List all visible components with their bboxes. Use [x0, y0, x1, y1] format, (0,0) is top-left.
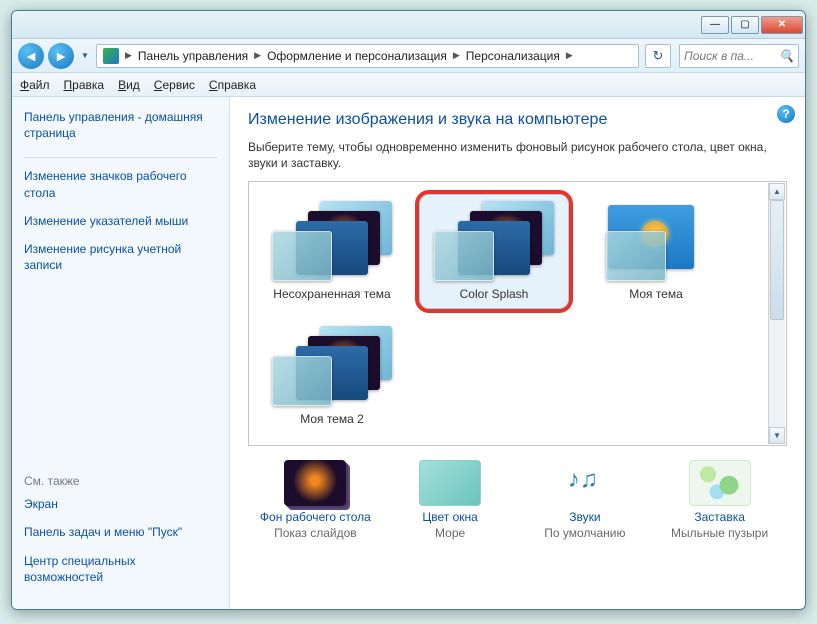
- search-input[interactable]: Поиск в па... 🔍: [679, 44, 799, 68]
- sidebar: Панель управления - домашняя страница Из…: [12, 97, 230, 609]
- theme-thumbnail: [434, 201, 554, 281]
- maximize-button[interactable]: ▢: [731, 16, 759, 34]
- menu-help[interactable]: Справка: [209, 78, 256, 92]
- scrollbar[interactable]: ▲ ▼: [768, 183, 785, 444]
- setting-background[interactable]: Фон рабочего стола Показ слайдов: [250, 460, 380, 540]
- screensaver-link: Заставка: [655, 510, 785, 524]
- sounds-link: Звуки: [520, 510, 650, 524]
- screensaver-icon: [689, 460, 751, 506]
- window-color-link: Цвет окна: [385, 510, 515, 524]
- search-icon: 🔍: [779, 49, 794, 63]
- body-split: Панель управления - домашняя страница Из…: [12, 97, 805, 609]
- breadcrumb-cp[interactable]: Панель управления: [134, 49, 252, 63]
- screensaver-value: Мыльные пузыри: [671, 526, 768, 540]
- background-value: Показ слайдов: [274, 526, 357, 540]
- refresh-button[interactable]: ↻: [645, 44, 671, 68]
- scroll-up-button[interactable]: ▲: [769, 183, 785, 200]
- theme-thumbnail: [272, 326, 392, 406]
- forward-button[interactable]: ►: [48, 43, 74, 69]
- search-placeholder: Поиск в па...: [684, 49, 754, 63]
- menu-file[interactable]: Файл: [20, 78, 50, 92]
- see-also-taskbar[interactable]: Панель задач и меню "Пуск": [24, 524, 217, 540]
- control-panel-icon: [103, 48, 119, 64]
- sounds-value: По умолчанию: [544, 526, 625, 540]
- see-also-heading: См. также: [24, 474, 217, 488]
- menu-edit[interactable]: Правка: [64, 78, 105, 92]
- menu-tools[interactable]: Сервис: [154, 78, 195, 92]
- setting-window-color[interactable]: Цвет окна Море: [385, 460, 515, 540]
- nav-toolbar: ◄ ► ▼ ▶ Панель управления ▶ Оформление и…: [12, 39, 805, 73]
- cp-home-link[interactable]: Панель управления - домашняя страница: [24, 109, 217, 141]
- themes-grid: Несохраненная тема Color Splash Моя тема: [257, 194, 778, 434]
- themes-panel: Несохраненная тема Color Splash Моя тема: [248, 181, 787, 446]
- chevron-right-icon: ▶: [451, 50, 462, 61]
- menu-view[interactable]: Вид: [118, 78, 140, 92]
- task-desktop-icons[interactable]: Изменение значков рабочего стола: [24, 168, 217, 200]
- see-also-display[interactable]: Экран: [24, 496, 217, 512]
- task-account-picture[interactable]: Изменение рисунка учетной записи: [24, 241, 217, 273]
- theme-label: Color Splash: [460, 287, 529, 301]
- chevron-right-icon: ▶: [564, 50, 575, 61]
- theme-unsaved[interactable]: Несохраненная тема: [257, 194, 407, 309]
- window-color-value: Море: [435, 526, 465, 540]
- theme-label: Моя тема: [629, 287, 683, 301]
- see-also-ease[interactable]: Центр специальных возможностей: [24, 553, 217, 585]
- chevron-right-icon: ▶: [252, 50, 263, 61]
- page-title: Изменение изображения и звука на компьют…: [248, 111, 787, 129]
- theme-color-splash[interactable]: Color Splash: [419, 194, 569, 309]
- chevron-right-icon: ▶: [123, 50, 134, 61]
- theme-label: Моя тема 2: [300, 412, 364, 426]
- scroll-down-button[interactable]: ▼: [769, 427, 785, 444]
- settings-row: Фон рабочего стола Показ слайдов Цвет ок…: [248, 460, 787, 540]
- breadcrumb-personalization[interactable]: Персонализация: [462, 49, 564, 63]
- theme-label: Несохраненная тема: [273, 287, 390, 301]
- divider: [24, 157, 217, 158]
- task-mouse-pointers[interactable]: Изменение указателей мыши: [24, 213, 217, 229]
- setting-screensaver[interactable]: Заставка Мыльные пузыри: [655, 460, 785, 540]
- background-icon: [284, 460, 346, 506]
- scroll-thumb[interactable]: [770, 200, 784, 320]
- theme-my-theme[interactable]: Моя тема: [581, 194, 731, 309]
- theme-thumbnail: [596, 201, 716, 281]
- setting-sounds[interactable]: Звуки По умолчанию: [520, 460, 650, 540]
- main-content: ? Изменение изображения и звука на компь…: [230, 97, 805, 609]
- history-dropdown[interactable]: ▼: [78, 43, 92, 69]
- minimize-button[interactable]: —: [701, 16, 729, 34]
- help-icon[interactable]: ?: [777, 105, 795, 123]
- back-button[interactable]: ◄: [18, 43, 44, 69]
- breadcrumb-appearance[interactable]: Оформление и персонализация: [263, 49, 451, 63]
- sidebar-spacer: [24, 285, 217, 474]
- address-bar[interactable]: ▶ Панель управления ▶ Оформление и персо…: [96, 44, 639, 68]
- explorer-window: — ▢ ✕ ◄ ► ▼ ▶ Панель управления ▶ Оформл…: [11, 10, 806, 610]
- menu-bar: Файл Правка Вид Сервис Справка: [12, 73, 805, 97]
- background-link: Фон рабочего стола: [250, 510, 380, 524]
- theme-thumbnail: [272, 201, 392, 281]
- titlebar[interactable]: — ▢ ✕: [12, 11, 805, 39]
- intro-text: Выберите тему, чтобы одновременно измени…: [248, 139, 787, 171]
- close-button[interactable]: ✕: [761, 16, 803, 34]
- theme-my-theme-2[interactable]: Моя тема 2: [257, 319, 407, 434]
- sounds-icon: [554, 460, 616, 506]
- window-color-icon: [419, 460, 481, 506]
